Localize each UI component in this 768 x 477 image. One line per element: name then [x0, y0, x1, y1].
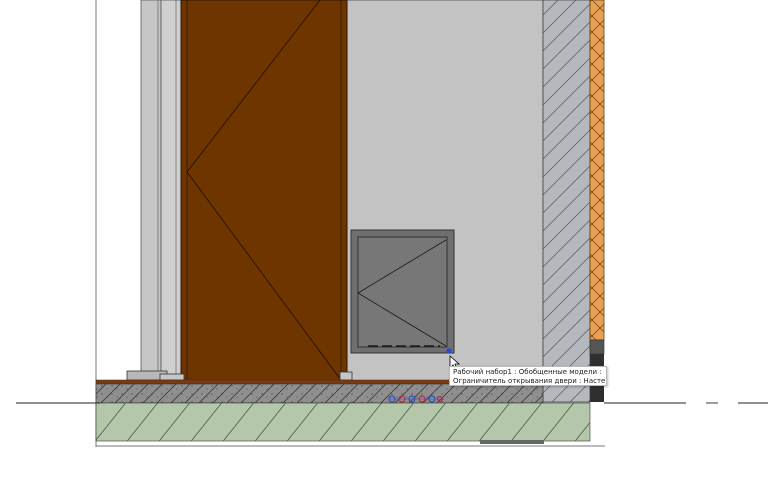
insulation-hatch	[590, 0, 604, 340]
wall-niche[interactable]	[350, 229, 455, 354]
screed-hatch	[96, 384, 543, 403]
drawing-viewport[interactable]: Рабочий набор1 : Обобщенные модели : Огр…	[0, 0, 768, 477]
element-tooltip: Рабочий набор1 : Обобщенные модели : Огр…	[449, 366, 607, 386]
masonry-wall-overlay	[543, 0, 590, 402]
door-panel[interactable]	[180, 0, 348, 384]
tooltip-line-1: Рабочий набор1 : Обобщенные модели :	[453, 368, 602, 376]
section-drawing[interactable]	[0, 0, 768, 477]
base-plate	[480, 440, 544, 444]
left-wall-strips	[140, 0, 182, 381]
insulation-base	[589, 339, 605, 355]
gravel-hatch	[96, 403, 590, 441]
tooltip-line-2: Ограничитель открывания двери : Настенны…	[453, 377, 606, 385]
selected-grip-icon[interactable]	[446, 348, 452, 354]
